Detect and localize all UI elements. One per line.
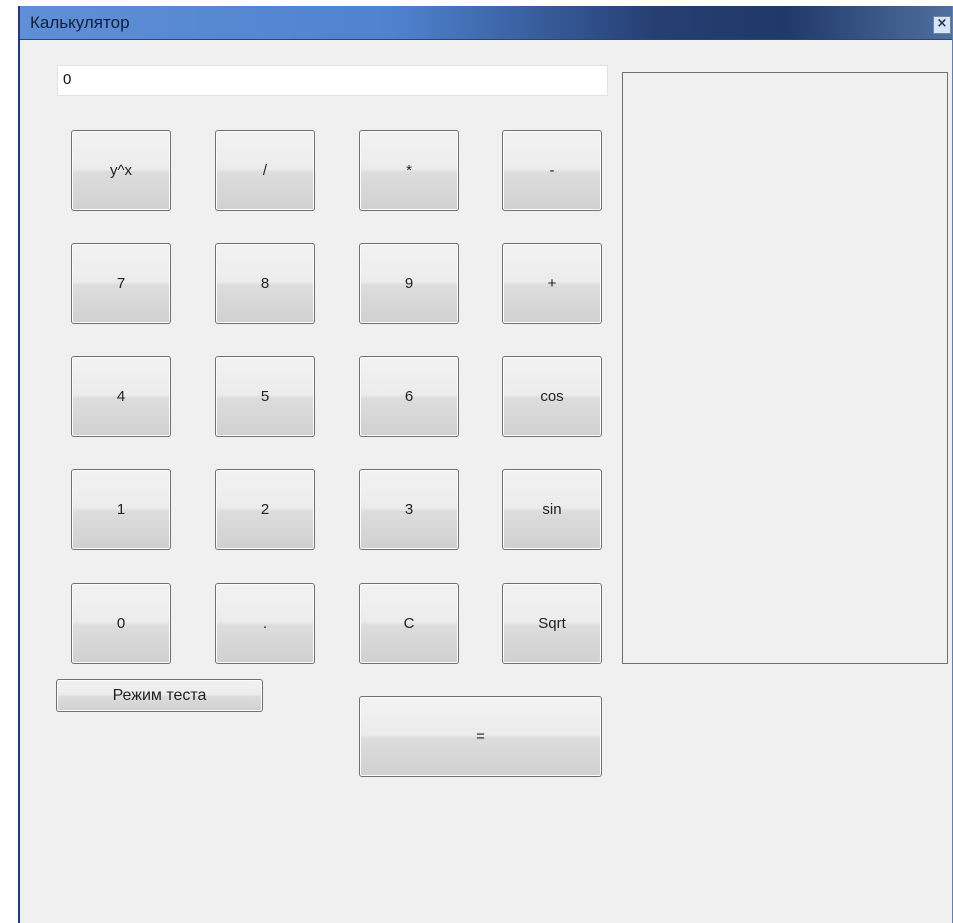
subtract-button[interactable]: -	[502, 130, 602, 211]
sin-button[interactable]: sin	[502, 469, 602, 550]
clear-button[interactable]: C	[359, 583, 459, 664]
sqrt-button[interactable]: Sqrt	[502, 583, 602, 664]
decimal-point-button[interactable]: .	[215, 583, 315, 664]
window-title: Калькулятор	[30, 13, 130, 32]
calculator-window: Калькулятор × 0 y^x / * - 7 8 9 + 4 5 6 …	[18, 6, 953, 923]
digit-8-button[interactable]: 8	[215, 243, 315, 324]
title-bar[interactable]: Калькулятор ×	[20, 6, 952, 40]
multiply-button[interactable]: *	[359, 130, 459, 211]
calculator-body: 0 y^x / * - 7 8 9 + 4 5 6 cos 1 2 3 sin …	[20, 40, 952, 923]
digit-3-button[interactable]: 3	[359, 469, 459, 550]
digit-0-button[interactable]: 0	[71, 583, 171, 664]
digit-2-button[interactable]: 2	[215, 469, 315, 550]
digit-9-button[interactable]: 9	[359, 243, 459, 324]
digit-7-button[interactable]: 7	[71, 243, 171, 324]
history-panel	[622, 72, 948, 664]
digit-6-button[interactable]: 6	[359, 356, 459, 437]
digit-1-button[interactable]: 1	[71, 469, 171, 550]
close-button[interactable]: ×	[933, 16, 951, 34]
divide-button[interactable]: /	[215, 130, 315, 211]
equals-button[interactable]: =	[359, 696, 602, 777]
power-button[interactable]: y^x	[71, 130, 171, 211]
digit-5-button[interactable]: 5	[215, 356, 315, 437]
cos-button[interactable]: cos	[502, 356, 602, 437]
display-field[interactable]: 0	[57, 65, 608, 96]
digit-4-button[interactable]: 4	[71, 356, 171, 437]
test-mode-button[interactable]: Режим теста	[56, 679, 263, 712]
add-button[interactable]: +	[502, 243, 602, 324]
